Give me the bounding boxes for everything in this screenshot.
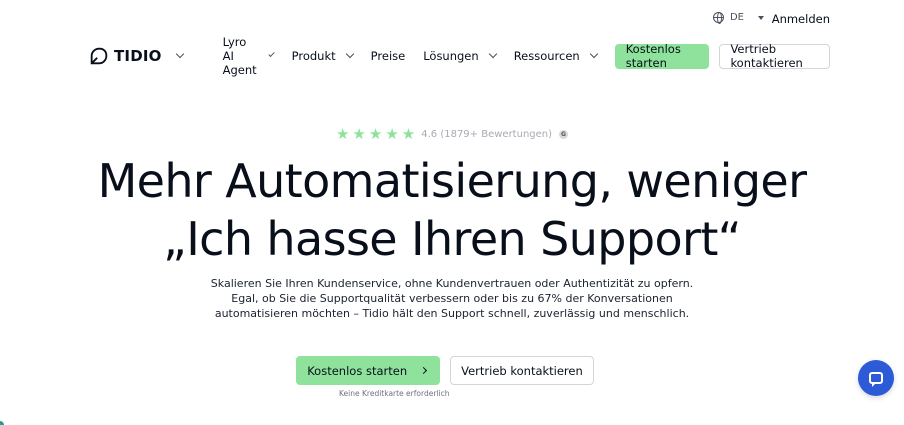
corner-decoration [0, 421, 4, 425]
login-link[interactable]: Anmelden [772, 12, 830, 26]
hero-start-free-button[interactable]: Kostenlos starten [296, 356, 441, 385]
chat-icon [869, 372, 883, 387]
arrow-right-icon [420, 366, 428, 375]
logo-text: TIDIO [114, 47, 162, 65]
nav-item-preise[interactable]: Preise [371, 49, 406, 63]
nav-item-label: Produkt [291, 49, 336, 63]
nav-actions: Kostenlos starten Vertrieb kontaktieren [614, 42, 830, 70]
subtext-line-3: automatisieren möchten – Tidio hält den … [214, 307, 690, 320]
star-icon: ★ [401, 125, 416, 143]
language-label: DE [729, 12, 744, 23]
nav-menu: Lyro AI Agent Produkt Preise Lösungen Re… [223, 35, 615, 77]
hero-subtext: Skalieren Sie Ihren Kundenservice, ohne … [200, 276, 704, 321]
tidio-logo-icon [90, 47, 108, 65]
hero-headline: Mehr Automatisierung, weniger „Ich hasse… [0, 152, 904, 268]
rating-row: ★ ★ ★ ★ ★ 4.6 (1879+ Bewertungen) G [0, 125, 904, 143]
nav-item-label: Lösungen [423, 49, 479, 63]
chevron-down-icon [589, 49, 598, 59]
contact-sales-button[interactable]: Vertrieb kontaktieren [719, 42, 830, 70]
headline-line-2: „Ich hasse Ihren Support“ [162, 212, 742, 266]
chevron-down-icon [268, 50, 276, 58]
subtext-line-1: Skalieren Sie Ihren Kundenservice, ohne … [210, 277, 694, 290]
hero-contact-sales-button[interactable]: Vertrieb kontaktieren [450, 356, 594, 385]
chevron-down-icon [345, 49, 354, 59]
nav-item-lyro[interactable]: Lyro AI Agent [222, 35, 276, 77]
nav-item-label: Ressourcen [513, 49, 580, 63]
star-icon: ★ [352, 125, 366, 143]
chat-widget-button[interactable] [858, 360, 894, 396]
nav-item-loesungen[interactable]: Lösungen [423, 49, 497, 63]
subtext-line-2: Egal, ob Sie die Supportqualität verbess… [231, 292, 673, 305]
nav-item-label: Lyro AI Agent [222, 35, 257, 77]
nav-item-produkt[interactable]: Produkt [291, 49, 354, 63]
headline-line-1: Mehr Automatisierung, weniger [97, 154, 807, 208]
g2-icon: G [559, 129, 569, 139]
start-free-button[interactable]: Kostenlos starten [614, 42, 710, 70]
language-selector[interactable]: DE [712, 12, 764, 24]
star-icon: ★ [368, 125, 383, 143]
chevron-down-icon[interactable] [175, 49, 184, 59]
hero-cta-row: Kostenlos starten Vertrieb kontaktieren [0, 356, 904, 385]
chevron-down-icon [488, 49, 497, 59]
main-nav: TIDIO Lyro AI Agent Produkt Preise Lösun… [88, 35, 830, 77]
rating-text: 4.6 (1879+ Bewertungen) [421, 128, 553, 140]
logo[interactable]: TIDIO [88, 45, 184, 67]
globe-icon [712, 12, 724, 24]
nav-item-ressourcen[interactable]: Ressourcen [513, 49, 598, 63]
no-credit-card-note: Keine Kreditkarte erforderlich [339, 389, 450, 398]
button-label: Kostenlos starten [307, 363, 408, 378]
nav-item-label: Preise [370, 49, 406, 63]
star-icon: ★ [385, 125, 399, 143]
caret-down-icon [758, 15, 764, 20]
star-icon: ★ [335, 125, 350, 143]
